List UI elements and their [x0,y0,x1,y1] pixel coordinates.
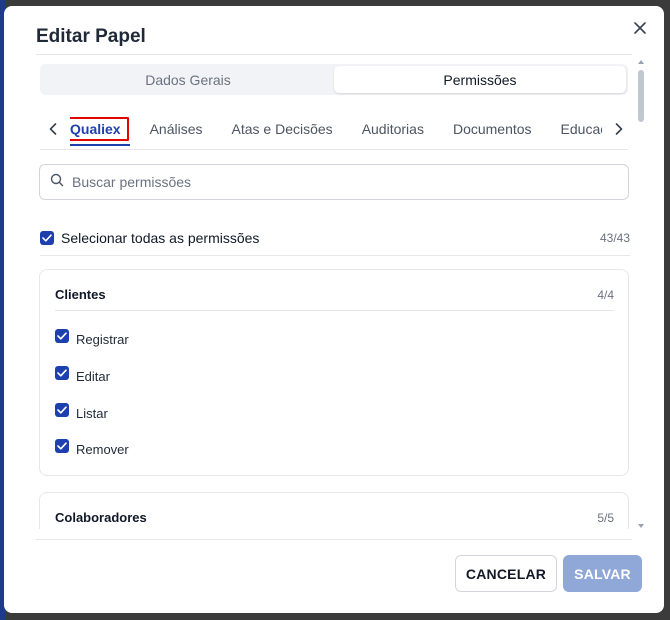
permission-label: Editar [76,369,110,384]
permission-label: Listar [76,406,108,421]
check-icon [57,331,67,340]
chevron-right-icon [615,122,623,140]
cancel-button[interactable]: CANCELAR [455,555,557,592]
permission-item-remover: Remover [55,438,129,457]
group-count: 4/4 [597,287,614,302]
edit-role-modal: Editar Papel Dados Gerais Permissões Qua… [4,6,664,613]
tab-documentos[interactable]: Documentos [453,114,532,148]
save-button[interactable]: SALVAR [563,555,642,592]
vertical-scrollbar[interactable] [638,60,644,528]
module-tabs: Qualiex Análises Atas e Decisões Auditor… [40,114,628,150]
select-all-checkbox[interactable] [40,231,54,245]
close-button[interactable] [630,20,650,40]
tab-educacao[interactable]: Educação [561,114,602,148]
check-icon [42,234,52,242]
check-icon [57,368,67,377]
search-icon [50,173,64,192]
tab-analises[interactable]: Análises [150,114,203,148]
tab-atas-e-decisoes[interactable]: Atas e Decisões [232,114,333,148]
permission-group-clientes: Clientes 4/4 Registrar Editar Listar Rem… [39,269,629,476]
tabs-viewport: Qualiex Análises Atas e Decisões Auditor… [70,114,602,150]
segment-dados-gerais[interactable]: Dados Gerais [42,66,334,93]
select-all-divider [40,255,630,256]
permission-item-editar: Editar [55,365,110,384]
select-all-label: Selecionar todas as permissões [61,230,260,246]
active-tab-indicator [70,144,130,146]
permission-label: Remover [76,442,129,457]
permission-checkbox[interactable] [55,365,69,380]
tab-label: Qualiex [70,117,129,141]
permission-checkbox[interactable] [55,402,69,417]
permission-group-colaboradores: Colaboradores 5/5 [39,492,629,529]
search-input[interactable] [72,174,612,190]
segment-permissoes[interactable]: Permissões [334,66,626,93]
check-icon [57,405,67,414]
permission-item-registrar: Registrar [55,328,129,347]
modal-title: Editar Papel [36,26,146,47]
check-icon [57,441,67,450]
permission-checkbox[interactable] [55,438,69,453]
group-divider [55,310,614,311]
chevron-left-icon [49,122,57,140]
footer-divider [36,539,632,540]
permission-item-listar: Listar [55,402,108,421]
search-field [39,164,629,200]
group-title: Clientes [55,287,106,302]
tabs-divider [40,149,628,150]
tab-auditorias[interactable]: Auditorias [362,114,424,148]
tabs-scroll-left-button[interactable] [42,120,64,142]
group-count: 5/5 [597,510,614,525]
permission-checkbox[interactable] [55,328,69,343]
permissions-scroll-area[interactable]: Selecionar todas as permissões 43/43 Cli… [4,154,664,529]
tab-qualiex[interactable]: Qualiex [70,114,130,148]
group-title: Colaboradores [55,510,147,525]
select-all-row: Selecionar todas as permissões 43/43 [40,228,630,248]
close-icon [634,21,646,39]
select-all-count: 43/43 [599,231,630,245]
title-divider [36,54,632,55]
permission-label: Registrar [76,332,129,347]
scroll-up-arrow-icon[interactable] [638,60,644,64]
tabs-scroll-right-button[interactable] [608,120,630,142]
segmented-control: Dados Gerais Permissões [40,64,628,95]
scrollbar-thumb[interactable] [638,70,644,122]
scroll-down-arrow-icon[interactable] [638,524,644,528]
